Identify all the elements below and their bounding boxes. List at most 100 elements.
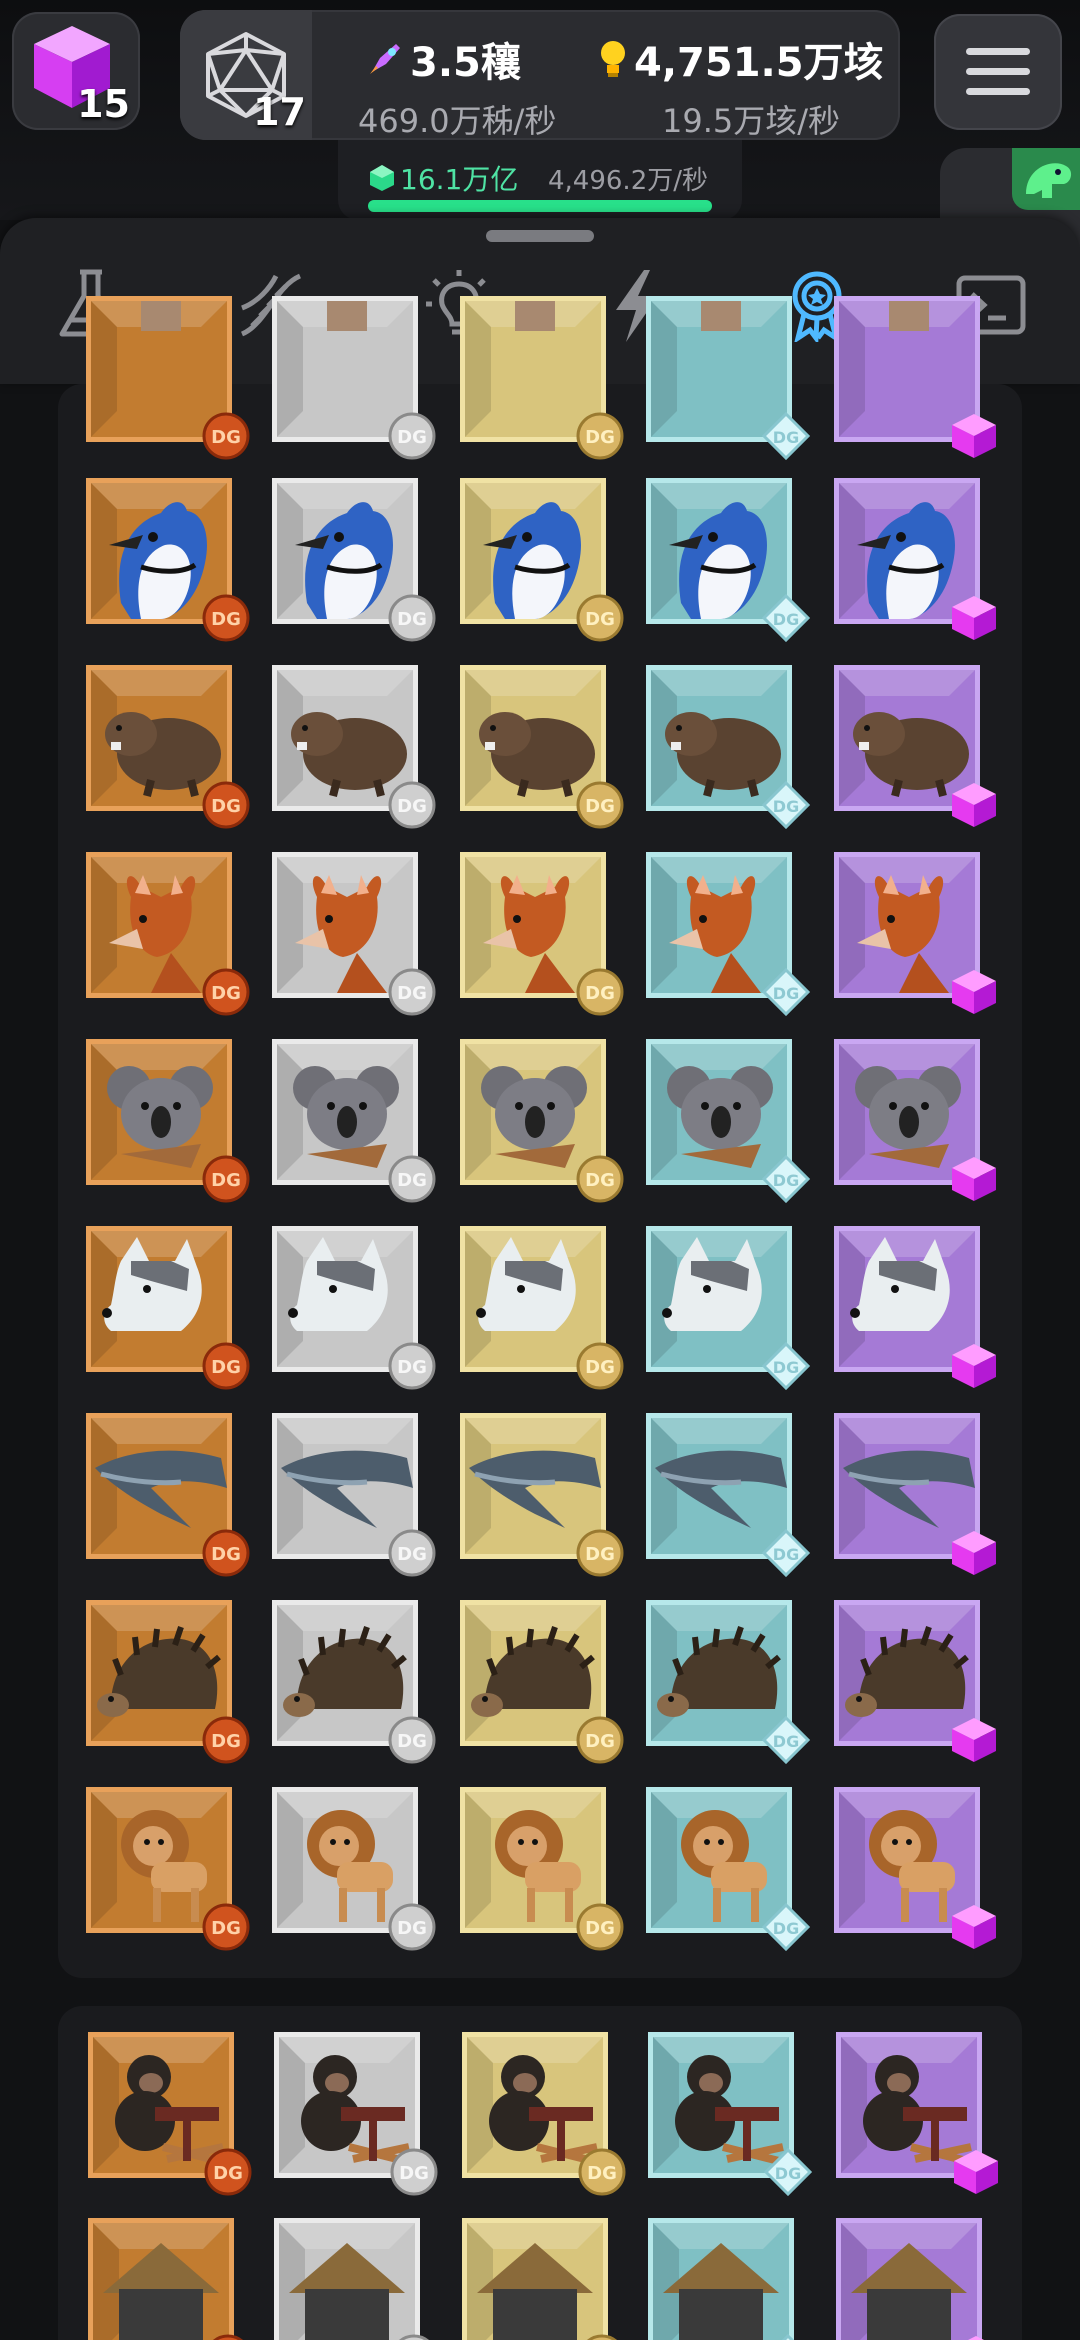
collection-card-chimpanzee-gold[interactable]: DG — [462, 2032, 626, 2196]
top-hud: 15 17 3.5穰 469.0万秭/秒 4,751.5万垓 19.5万垓/秒 … — [0, 0, 1080, 288]
collection-card-lion-cube[interactable] — [834, 1787, 996, 1949]
collection-card-whale-silver[interactable]: DG — [272, 1413, 436, 1577]
gold-medal-icon: DG — [578, 2334, 626, 2340]
collection-card-partial-row-cube[interactable] — [834, 296, 996, 458]
d20-count: 17 — [253, 90, 306, 134]
collection-card-koala-silver[interactable]: DG — [272, 1039, 436, 1203]
d20-button[interactable]: 17 — [180, 10, 312, 140]
collection-card-wolf-diamond[interactable]: DG — [646, 1226, 811, 1391]
menu-button[interactable] — [934, 14, 1062, 130]
collection-card-chimpanzee-diamond[interactable]: DG — [648, 2032, 813, 2197]
collection-card-lion-bronze[interactable]: DG — [86, 1787, 250, 1951]
cube-medal-icon — [950, 781, 998, 829]
collection-card-chimpanzee-cube[interactable] — [836, 2032, 998, 2194]
cube-currency-button[interactable]: 15 — [12, 12, 140, 130]
collection-card-deer-cube[interactable] — [834, 852, 996, 1014]
collection-card-lion-gold[interactable]: DG — [460, 1787, 624, 1951]
drag-handle[interactable] — [486, 230, 594, 242]
svg-text:DG: DG — [773, 610, 799, 629]
collection-card-whale-diamond[interactable]: DG — [646, 1413, 811, 1578]
diamond-medal-icon: DG — [761, 1715, 811, 1765]
collection-card-deer-bronze[interactable]: DG — [86, 852, 250, 1016]
svg-text:DG: DG — [585, 609, 615, 630]
collection-card-chimpanzee-silver[interactable]: DG — [274, 2032, 438, 2196]
collection-card-wolf-silver[interactable]: DG — [272, 1226, 436, 1390]
bronze-medal-icon: DG — [202, 594, 250, 642]
bronze-medal-icon: DG — [202, 968, 250, 1016]
collection-card-beaver-gold[interactable]: DG — [460, 665, 624, 829]
silver-medal-icon: DG — [388, 1529, 436, 1577]
collection-card-deer-silver[interactable]: DG — [272, 852, 436, 1016]
collection-card-hedgehog-diamond[interactable]: DG — [646, 1600, 811, 1765]
collection-card-whale-gold[interactable]: DG — [460, 1413, 624, 1577]
collection-card-beaver-cube[interactable] — [834, 665, 996, 827]
collection-card-wolf-cube[interactable] — [834, 1226, 996, 1388]
bonus-meter[interactable]: 16.1万亿 4,496.2万/秒 — [338, 140, 742, 220]
collection-card-hut-bronze[interactable]: DG — [88, 2218, 244, 2340]
resource-a-rate: 469.0万秭/秒 — [358, 102, 557, 140]
svg-text:DG: DG — [585, 1357, 615, 1378]
bronze-medal-icon: DG — [202, 412, 250, 460]
gold-medal-icon: DG — [576, 1342, 624, 1390]
game-screen: { "hud": { "cube_count": "15", "d20_coun… — [0, 0, 1080, 2340]
collection-card-deer-gold[interactable]: DG — [460, 852, 624, 1016]
card-frame — [836, 2218, 982, 2340]
svg-text:DG: DG — [211, 796, 241, 817]
cube-medal-icon — [952, 2334, 1000, 2340]
collection-card-wolf-bronze[interactable]: DG — [86, 1226, 250, 1390]
collection-card-blue-jay-silver[interactable]: DG — [272, 478, 436, 642]
gold-medal-icon: DG — [576, 594, 624, 642]
collection-card-hut-cube[interactable] — [836, 2218, 984, 2340]
svg-text:DG: DG — [773, 1358, 799, 1377]
collection-card-blue-jay-cube[interactable] — [834, 478, 996, 640]
collection-card-koala-cube[interactable] — [834, 1039, 996, 1201]
svg-text:DG: DG — [773, 428, 799, 447]
cube-medal-icon — [950, 1903, 998, 1951]
collection-card-hedgehog-gold[interactable]: DG — [460, 1600, 624, 1764]
svg-text:DG: DG — [773, 1171, 799, 1190]
silver-medal-icon: DG — [388, 594, 436, 642]
svg-text:DG: DG — [211, 427, 241, 448]
collection-card-hedgehog-cube[interactable] — [834, 1600, 996, 1762]
collection-card-lion-silver[interactable]: DG — [272, 1787, 436, 1951]
collection-card-partial-row-bronze[interactable]: DG — [86, 296, 250, 460]
collection-card-koala-diamond[interactable]: DG — [646, 1039, 811, 1204]
collection-card-hut-gold[interactable]: DG — [462, 2218, 618, 2340]
diamond-medal-icon: DG — [761, 780, 811, 830]
collection-card-wolf-gold[interactable]: DG — [460, 1226, 624, 1390]
collection-card-partial-row-silver[interactable]: DG — [272, 296, 436, 460]
svg-text:DG: DG — [211, 1731, 241, 1752]
svg-text:DG: DG — [211, 983, 241, 1004]
collection-card-koala-bronze[interactable]: DG — [86, 1039, 250, 1203]
svg-text:DG: DG — [397, 427, 427, 448]
collection-card-hedgehog-silver[interactable]: DG — [272, 1600, 436, 1764]
svg-text:DG: DG — [587, 2163, 617, 2184]
collection-card-beaver-diamond[interactable]: DG — [646, 665, 811, 830]
collection-card-beaver-bronze[interactable]: DG — [86, 665, 250, 829]
bonus-progress-fill — [368, 200, 712, 212]
card-frame — [462, 2218, 608, 2340]
collection-card-blue-jay-bronze[interactable]: DG — [86, 478, 250, 642]
collection-card-hedgehog-bronze[interactable]: DG — [86, 1600, 250, 1764]
collection-card-beaver-silver[interactable]: DG — [272, 665, 436, 829]
collection-card-blue-jay-gold[interactable]: DG — [460, 478, 624, 642]
collection-card-whale-cube[interactable] — [834, 1413, 996, 1575]
resource-a-value: 3.5穰 — [410, 40, 521, 86]
collection-card-whale-bronze[interactable]: DG — [86, 1413, 250, 1577]
hut-icon — [841, 2223, 977, 2340]
cube-medal-icon — [950, 1342, 998, 1390]
collection-card-koala-gold[interactable]: DG — [460, 1039, 624, 1203]
collection-card-partial-row-gold[interactable]: DG — [460, 296, 624, 460]
collection-card-partial-row-diamond[interactable]: DG — [646, 296, 811, 461]
resource-panel[interactable]: 17 3.5穰 469.0万秭/秒 4,751.5万垓 19.5万垓/秒 — [180, 10, 900, 140]
collection-card-hut-diamond[interactable]: DG — [648, 2218, 795, 2340]
collection-card-hut-silver[interactable]: DG — [274, 2218, 430, 2340]
collection-card-deer-diamond[interactable]: DG — [646, 852, 811, 1017]
dino-tag — [1012, 148, 1080, 210]
gold-medal-icon: DG — [576, 1903, 624, 1951]
hut-icon — [653, 2223, 789, 2340]
collection-card-lion-diamond[interactable]: DG — [646, 1787, 811, 1952]
collection-card-blue-jay-diamond[interactable]: DG — [646, 478, 811, 643]
collection-card-chimpanzee-bronze[interactable]: DG — [88, 2032, 252, 2196]
bronze-medal-icon: DG — [204, 2148, 252, 2196]
